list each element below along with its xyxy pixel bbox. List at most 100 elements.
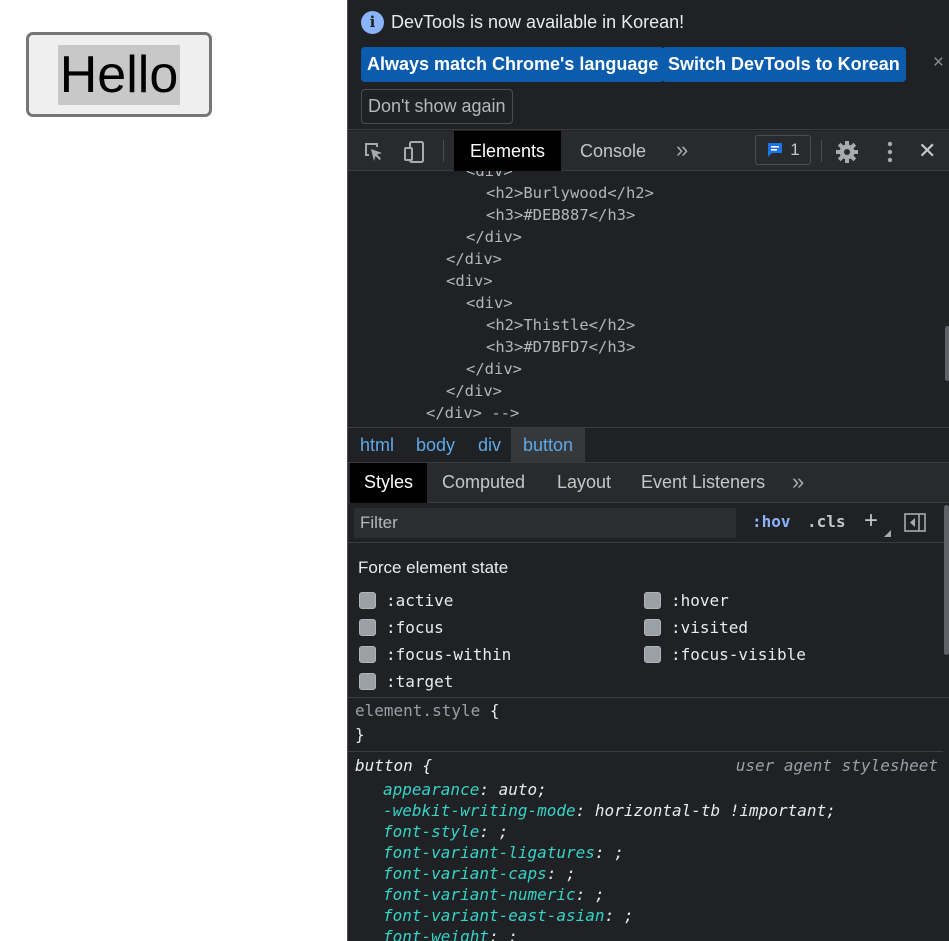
element-style-rule[interactable]: element.style {: [355, 701, 500, 720]
tab-computed[interactable]: Computed: [428, 463, 539, 503]
element-style-close-brace: }: [355, 725, 365, 744]
dom-tree[interactable]: <div> <h2>Burlywood</h2> <h3>#DEB887</h3…: [348, 171, 949, 427]
force-element-state-pane: Force element state :active :hover :focu…: [348, 543, 949, 698]
toolbar-separator: [443, 140, 444, 162]
styles-tabbar: Styles Computed Layout Event Listeners »: [348, 463, 949, 503]
button-rule-selector[interactable]: button {: [355, 756, 432, 775]
dom-node[interactable]: </div>: [466, 226, 522, 248]
settings-gear-icon[interactable]: [835, 140, 859, 164]
state-label: :focus-visible: [671, 645, 806, 664]
dom-node[interactable]: <div>: [446, 270, 493, 292]
tab-elements[interactable]: Elements: [454, 131, 562, 171]
state-label: :visited: [671, 618, 749, 637]
close-devtools-icon[interactable]: ✕: [912, 131, 942, 171]
css-property: font-style: [383, 822, 480, 841]
breadcrumb: html body div button: [348, 427, 949, 463]
tab-layout[interactable]: Layout: [543, 463, 625, 503]
tab-styles[interactable]: Styles: [350, 463, 428, 503]
hello-button-label: Hello: [57, 44, 181, 105]
rule-divider: [348, 751, 943, 752]
user-agent-stylesheet-label: user agent stylesheet: [735, 756, 938, 775]
dom-node[interactable]: <h3>#DEB887</h3>: [486, 204, 635, 226]
info-icon: i: [361, 11, 384, 34]
issues-message-icon: [768, 143, 783, 157]
css-value: : ;: [604, 906, 634, 925]
css-value: : ;: [488, 927, 518, 941]
css-declaration[interactable]: font-variant-numeric: ;: [383, 885, 605, 904]
checkbox[interactable]: [644, 592, 661, 609]
css-value: : auto;: [479, 780, 547, 799]
css-value: : ;: [594, 843, 624, 862]
checkbox[interactable]: [644, 646, 661, 663]
checkbox[interactable]: [359, 619, 376, 636]
dom-node[interactable]: </div> -->: [426, 402, 519, 424]
inspect-element-icon[interactable]: [362, 140, 386, 164]
issues-counter-button[interactable]: 1: [755, 135, 811, 165]
styles-scrollbar[interactable]: [944, 505, 949, 655]
devtools-panel: i DevTools is now available in Korean! ×…: [347, 0, 949, 941]
switch-to-korean-button[interactable]: Switch DevTools to Korean: [662, 47, 906, 82]
element-style-selector: element.style: [355, 701, 481, 720]
dom-tree-scrollbar[interactable]: [945, 326, 949, 381]
css-declaration[interactable]: font-weight: ;: [383, 927, 518, 941]
breadcrumb-body[interactable]: body: [404, 428, 467, 462]
dom-node[interactable]: <div>: [466, 292, 513, 314]
more-panes-chevron-icon[interactable]: »: [778, 463, 818, 503]
css-declaration[interactable]: font-variant-caps: ;: [383, 864, 576, 883]
new-style-rule-plus-icon[interactable]: +: [864, 507, 878, 535]
breadcrumb-div[interactable]: div: [466, 428, 513, 462]
state-checkbox-focus-visible[interactable]: :focus-visible: [644, 645, 806, 664]
state-checkbox-visited[interactable]: :visited: [644, 618, 748, 637]
dont-show-again-button[interactable]: Don't show again: [361, 89, 513, 124]
tab-event-listeners[interactable]: Event Listeners: [627, 463, 779, 503]
state-checkbox-focus[interactable]: :focus: [359, 618, 444, 637]
hello-button[interactable]: Hello: [26, 32, 212, 117]
dom-node[interactable]: <h2>Burlywood</h2>: [486, 182, 654, 204]
always-match-language-button[interactable]: Always match Chrome's language: [361, 47, 665, 82]
state-label: :focus-within: [386, 645, 512, 664]
more-options-kebab-icon[interactable]: [878, 140, 902, 164]
css-property: font-variant-caps: [383, 864, 547, 883]
css-declaration[interactable]: font-variant-east-asian: ;: [383, 906, 633, 925]
dom-node[interactable]: <div>: [466, 171, 513, 182]
checkbox[interactable]: [359, 646, 376, 663]
state-label: :active: [386, 591, 454, 610]
css-declaration[interactable]: appearance: auto;: [383, 780, 547, 799]
toggle-sidebar-icon[interactable]: [904, 513, 926, 532]
checkbox[interactable]: [359, 673, 376, 690]
dom-node[interactable]: <h2>Thistle</h2>: [486, 314, 635, 336]
main-toolbar: Elements Console » 1 ✕: [348, 131, 949, 171]
state-checkbox-target[interactable]: :target: [359, 672, 453, 691]
css-property: appearance: [383, 780, 480, 799]
css-property: font-variant-ligatures: [383, 843, 595, 862]
styles-filter-input[interactable]: [354, 508, 736, 538]
dom-node[interactable]: </div>: [446, 248, 502, 270]
css-declaration[interactable]: font-variant-ligatures: ;: [383, 843, 624, 862]
new-rule-dropdown-corner-icon: [884, 530, 891, 537]
dom-node[interactable]: </div>: [446, 380, 502, 402]
device-toolbar-icon[interactable]: [402, 140, 426, 164]
hov-toggle-button[interactable]: :hov: [752, 512, 791, 531]
state-checkbox-hover[interactable]: :hover: [644, 591, 729, 610]
issues-count: 1: [790, 140, 800, 159]
checkbox[interactable]: [359, 592, 376, 609]
state-checkbox-focus-within[interactable]: :focus-within: [359, 645, 511, 664]
checkbox[interactable]: [644, 619, 661, 636]
cls-toggle-button[interactable]: .cls: [807, 512, 846, 531]
css-property: font-variant-east-asian: [383, 906, 605, 925]
state-label: :target: [386, 672, 454, 691]
inspected-page: Hello: [0, 0, 347, 941]
breadcrumb-html[interactable]: html: [348, 428, 406, 462]
css-value: : ;: [546, 864, 576, 883]
dom-node[interactable]: </div>: [466, 358, 522, 380]
state-label: :focus: [386, 618, 444, 637]
tab-console[interactable]: Console: [564, 131, 662, 171]
dom-node[interactable]: <h3>#D7BFD7</h3>: [486, 336, 635, 358]
force-state-title: Force element state: [358, 558, 509, 577]
breadcrumb-button[interactable]: button: [511, 428, 586, 462]
infobar-close-icon[interactable]: ×: [933, 52, 944, 74]
css-declaration[interactable]: font-style: ;: [383, 822, 508, 841]
more-tabs-chevron-icon[interactable]: »: [676, 131, 688, 171]
css-declaration[interactable]: -webkit-writing-mode: horizontal-tb !imp…: [383, 801, 836, 820]
state-checkbox-active[interactable]: :active: [359, 591, 453, 610]
